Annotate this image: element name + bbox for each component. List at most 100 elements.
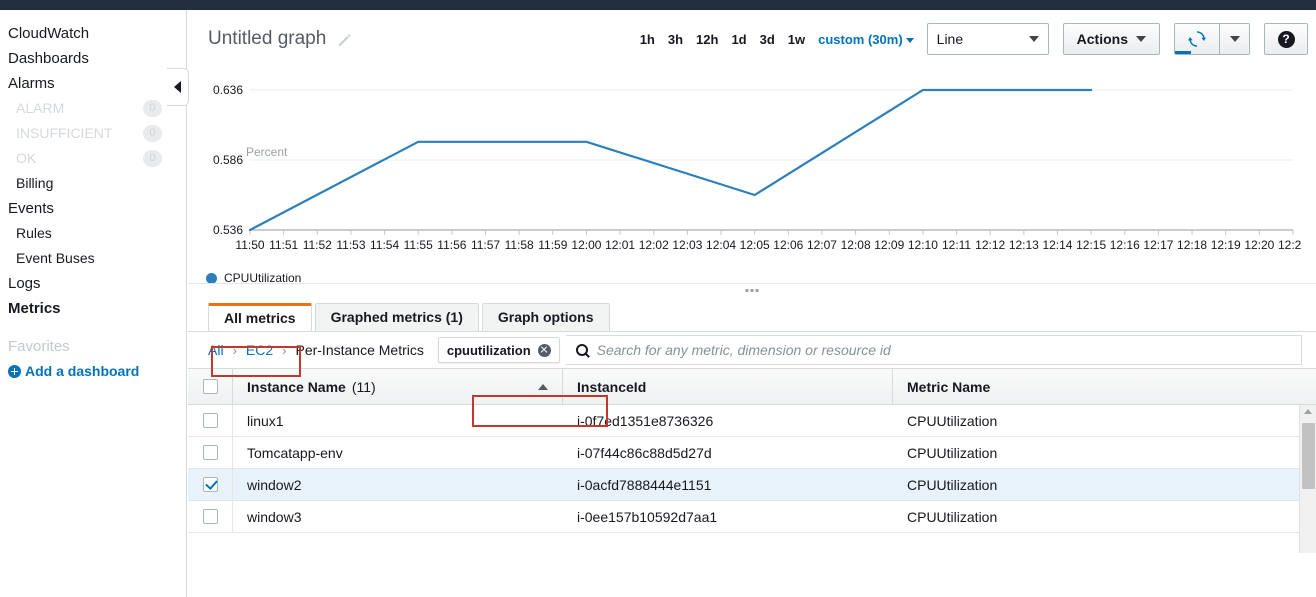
- time-range-1h[interactable]: 1h: [640, 32, 655, 47]
- edit-pencil-icon[interactable]: [337, 32, 352, 47]
- table-row[interactable]: Tomcatapp-env i-07f44c86c88d5d27d CPUUtili…: [188, 437, 1316, 469]
- svg-text:12:21: 12:21: [1278, 238, 1302, 252]
- svg-text:12:00: 12:00: [571, 238, 601, 252]
- row-checkbox[interactable]: [202, 445, 218, 460]
- svg-text:11:55: 11:55: [404, 238, 433, 252]
- sidebar-item-metrics-label: Metrics: [8, 300, 61, 317]
- table-row[interactable]: window3 i-0ee157b10592d7aa1 CPUUtilization: [188, 501, 1316, 533]
- sidebar-item-dashboards[interactable]: Dashboards: [0, 46, 186, 71]
- sidebar-item-alarm-state-count-badge: 0: [143, 100, 162, 117]
- sidebar-item-insufficient-state[interactable]: INSUFFICIENT 0: [0, 121, 186, 146]
- search-input[interactable]: Search for any metric, dimension or reso…: [565, 335, 1302, 365]
- table-row[interactable]: linux1 i-0f7ed1351e8736326 CPUUtilization: [188, 405, 1316, 437]
- svg-text:12:17: 12:17: [1143, 238, 1173, 252]
- sidebar-item-alarm-state-label: ALARM: [16, 100, 65, 116]
- cloudwatch-metrics-page: CloudWatch Dashboards Alarms ALARM 0 INSUFFIC…: [0, 0, 1316, 597]
- select-all-checkbox[interactable]: [202, 379, 218, 394]
- cell-metric-name: CPUUtilization: [907, 476, 998, 493]
- tab-graph-options[interactable]: Graph options: [481, 303, 610, 332]
- scroll-up-arrow-icon[interactable]: [1304, 409, 1312, 414]
- graph-type-value: Line: [936, 31, 964, 47]
- column-header-metric-name[interactable]: Metric Name: [893, 369, 1316, 404]
- metrics-browser-panel: All › EC2 › Per-Instance Metrics cpuutilizat…: [188, 332, 1316, 553]
- svg-text:11:53: 11:53: [336, 238, 365, 252]
- chevron-left-icon: [174, 81, 181, 93]
- sidebar-item-rules[interactable]: Rules: [0, 221, 186, 246]
- custom-range-label: custom (30m): [818, 31, 903, 47]
- refresh-button[interactable]: [1174, 23, 1220, 55]
- refresh-progress-indicator: [1175, 51, 1191, 54]
- breadcrumb-item-all[interactable]: All: [208, 342, 224, 358]
- breadcrumb-and-search-row: All › EC2 › Per-Instance Metrics cpuutilizat…: [188, 332, 1316, 368]
- chart-canvas[interactable]: 0.536 0.586 0.636 11:50 11:51 11:52 11:53 11:54…: [188, 68, 1302, 268]
- sidebar-collapse-toggle[interactable]: [167, 68, 189, 106]
- svg-text:0.536: 0.536: [213, 223, 243, 237]
- search-icon: [575, 344, 588, 356]
- add-dashboard-button[interactable]: Add a dashboard: [0, 359, 186, 383]
- svg-text:12:16: 12:16: [1110, 238, 1140, 252]
- aws-console-top-bar: [0, 0, 1316, 10]
- time-range-1w[interactable]: 1w: [788, 32, 805, 47]
- row-checkbox[interactable]: [202, 477, 218, 492]
- scrollbar-thumb[interactable]: [1302, 423, 1315, 489]
- sidebar-item-event-buses[interactable]: Event Buses: [0, 246, 186, 271]
- tab-graphed-metrics[interactable]: Graphed metrics (1): [314, 303, 479, 332]
- sidebar-item-ok-state[interactable]: OK 0: [0, 146, 186, 171]
- cell-instance-id: i-0f7ed1351e8736326: [577, 412, 714, 429]
- sidebar-item-cloudwatch[interactable]: CloudWatch: [0, 21, 186, 46]
- help-button[interactable]: ?: [1264, 23, 1308, 55]
- sidebar-item-insufficient-state-label: INSUFFICIENT: [16, 125, 113, 141]
- actions-button[interactable]: Actions: [1062, 23, 1160, 55]
- cell-metric-name: CPUUtilization: [907, 508, 998, 525]
- table-row[interactable]: window2 i-0acfd7888444e1151 CPUUtilization: [188, 469, 1316, 501]
- row-select-cell[interactable]: [188, 469, 233, 500]
- panel-splitter[interactable]: [188, 283, 1316, 301]
- svg-text:11:57: 11:57: [471, 238, 500, 252]
- time-range-12h[interactable]: 12h: [696, 32, 718, 47]
- sidebar-item-alarms[interactable]: Alarms: [0, 71, 186, 96]
- sidebar-nav-list: CloudWatch Dashboards Alarms ALARM 0 INSUFFIC…: [0, 21, 186, 321]
- svg-text:12:19: 12:19: [1211, 238, 1241, 252]
- page-title: Untitled graph: [208, 28, 327, 49]
- cell-instance-id: i-0ee157b10592d7aa1: [577, 508, 718, 525]
- column-header-instance-id[interactable]: InstanceId: [563, 369, 893, 404]
- tab-graph-options-label: Graph options: [497, 309, 594, 325]
- sidebar-item-events[interactable]: Events: [0, 196, 186, 221]
- table-scrollbar[interactable]: [1299, 405, 1316, 553]
- svg-text:0.586: 0.586: [213, 153, 243, 167]
- cell-instance-id: i-07f44c86c88d5d27d: [577, 444, 712, 461]
- row-checkbox[interactable]: [202, 509, 218, 524]
- close-icon[interactable]: [537, 343, 551, 357]
- time-range-3h[interactable]: 3h: [668, 32, 683, 47]
- drag-handle-icon[interactable]: [745, 289, 759, 292]
- breadcrumb-item-ec2[interactable]: EC2: [246, 342, 273, 358]
- sidebar-item-metrics[interactable]: Metrics: [0, 296, 186, 321]
- svg-text:12:13: 12:13: [1009, 238, 1039, 252]
- row-select-cell[interactable]: [188, 501, 233, 532]
- chevron-down-icon: [1136, 36, 1146, 42]
- time-range-1d[interactable]: 1d: [731, 32, 746, 47]
- filter-chip-cpuutilization[interactable]: cpuutilization: [437, 337, 560, 363]
- refresh-options-button[interactable]: [1220, 23, 1250, 55]
- splitter-line: [188, 283, 1316, 284]
- custom-range-dropdown[interactable]: custom (30m): [818, 32, 914, 47]
- svg-text:12:04: 12:04: [706, 238, 736, 252]
- tab-all-metrics[interactable]: All metrics: [208, 303, 312, 332]
- table-header-row: Instance Name (11) InstanceId Metric Nam…: [188, 369, 1316, 405]
- time-range-3d[interactable]: 3d: [760, 32, 775, 47]
- row-select-cell[interactable]: [188, 437, 233, 468]
- select-all-cell[interactable]: [188, 369, 233, 404]
- column-header-instance-name[interactable]: Instance Name (11): [233, 369, 563, 404]
- sidebar-item-logs[interactable]: Logs: [0, 271, 186, 296]
- svg-text:11:51: 11:51: [269, 238, 298, 252]
- plus-circle-icon: [8, 364, 21, 378]
- column-header-metric-name-label: Metric Name: [907, 378, 991, 395]
- sidebar-item-billing[interactable]: Billing: [0, 171, 186, 196]
- cell-instance-name: window3: [247, 508, 302, 525]
- row-checkbox[interactable]: [202, 413, 218, 428]
- row-select-cell[interactable]: [188, 405, 233, 436]
- cell-instance-id: i-0acfd7888444e1151: [577, 476, 712, 493]
- instance-count: (11): [351, 378, 376, 395]
- sidebar-item-alarm-state[interactable]: ALARM 0: [0, 96, 186, 121]
- graph-type-select[interactable]: Line: [926, 23, 1049, 55]
